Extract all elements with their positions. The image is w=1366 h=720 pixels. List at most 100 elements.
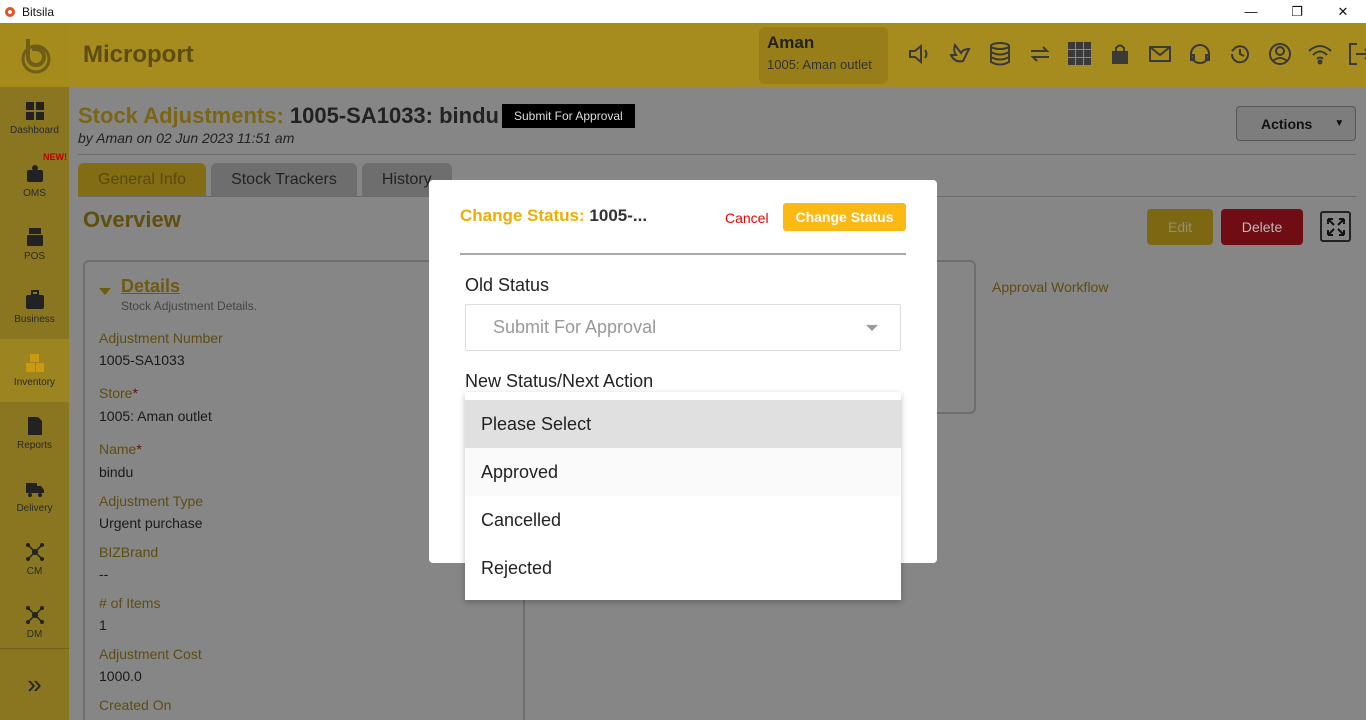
old-status-label: Old Status xyxy=(465,275,550,295)
bitsila-logo-icon xyxy=(5,6,15,17)
collapse-caret-icon[interactable] xyxy=(99,288,111,295)
sidebar-item-label: DM xyxy=(26,629,43,640)
sidebar-item-pos[interactable]: POS xyxy=(0,213,69,276)
dashboard-icon xyxy=(25,102,44,120)
approval-workflow-link[interactable]: Approval Workflow xyxy=(992,279,1108,295)
field-label: BIZBrand xyxy=(99,544,159,560)
divider xyxy=(460,253,906,255)
sidebar-item-label: Delivery xyxy=(16,503,53,514)
section-title: Overview xyxy=(83,207,181,232)
field-value: -- xyxy=(99,566,109,582)
page-title-prefix: Stock Adjustments: xyxy=(78,103,284,128)
details-subtitle: Stock Adjustment Details. xyxy=(121,299,258,313)
support-icon[interactable] xyxy=(1187,41,1213,67)
sidebar-expand-button[interactable]: » xyxy=(0,648,69,720)
cancel-button[interactable]: Cancel xyxy=(725,210,769,226)
sidebar-item-reports[interactable]: Reports xyxy=(0,402,69,465)
field-label: Adjustment Cost xyxy=(99,646,202,662)
field-label: Created On xyxy=(99,697,172,713)
sidebar-item-label: POS xyxy=(23,251,46,262)
sidebar-item-oms[interactable]: NEW! OMS xyxy=(0,150,69,213)
minimize-button[interactable]: — xyxy=(1228,0,1274,23)
field-label: # of Items xyxy=(99,595,161,611)
delete-button[interactable]: Delete xyxy=(1221,209,1303,245)
tab-general-info[interactable]: General Info xyxy=(78,163,207,196)
logout-icon[interactable] xyxy=(1347,41,1366,67)
user-store-switcher[interactable]: Aman 1005: Aman outlet xyxy=(759,27,888,84)
sidebar-item-label: OMS xyxy=(23,188,46,199)
sidebar-item-label: CM xyxy=(26,566,43,577)
sidebar-item-inventory[interactable]: Inventory xyxy=(0,339,69,402)
page-byline: by Aman on 02 Jun 2023 11:51 am xyxy=(78,130,295,146)
old-status-value: Submit For Approval xyxy=(493,317,657,337)
wifi-icon[interactable] xyxy=(1307,41,1333,67)
bird-icon[interactable] xyxy=(947,41,973,67)
expand-icon xyxy=(1326,217,1345,236)
close-button[interactable]: ✕ xyxy=(1320,0,1366,23)
speaker-icon[interactable] xyxy=(907,41,933,67)
database-icon[interactable] xyxy=(987,41,1013,67)
bitsila-logo-icon xyxy=(21,39,50,74)
sync-icon[interactable] xyxy=(1027,41,1053,67)
tab-stock-trackers[interactable]: Stock Trackers xyxy=(211,163,357,196)
fullscreen-button[interactable] xyxy=(1320,211,1351,242)
option-approved[interactable]: Approved xyxy=(465,448,901,496)
field-value: bindu xyxy=(99,464,134,480)
sidebar-item-cm[interactable]: CM xyxy=(0,528,69,591)
field-label: Adjustment Number xyxy=(99,330,223,346)
network-icon xyxy=(25,543,44,561)
sidebar-item-delivery[interactable]: Delivery xyxy=(0,465,69,528)
field-value: 1005: Aman outlet xyxy=(99,408,212,424)
report-icon xyxy=(27,417,42,435)
restore-button[interactable]: ❐ xyxy=(1274,0,1320,23)
caret-down-icon: ▼ xyxy=(1334,118,1345,129)
field-value: Urgent purchase xyxy=(99,515,203,531)
boxes-icon xyxy=(25,354,44,372)
lock-icon[interactable] xyxy=(1107,41,1133,67)
sidebar-item-label: Business xyxy=(14,314,55,325)
option-please-select[interactable]: Please Select xyxy=(465,400,901,448)
app-header: Microport Aman 1005: Aman outlet xyxy=(69,23,1366,87)
sidebar-item-dm[interactable]: DM xyxy=(0,591,69,654)
brand-name: Microport xyxy=(83,41,194,68)
status-badge: Submit For Approval xyxy=(502,104,635,128)
page-title: Stock Adjustments: 1005-SA1033: bindu xyxy=(78,103,499,129)
new-badge: NEW! xyxy=(43,152,67,162)
old-status-select: Submit For Approval xyxy=(465,304,901,351)
field-value: 1000.0 xyxy=(99,668,142,684)
modal-title: Change Status: 1005-... xyxy=(460,206,648,225)
briefcase-icon xyxy=(25,290,44,309)
user-profile-icon[interactable] xyxy=(1267,41,1293,67)
change-status-button[interactable]: Change Status xyxy=(783,203,906,231)
field-label: Name* xyxy=(99,441,142,457)
field-value: 1005-SA1033 xyxy=(99,352,185,368)
network-icon xyxy=(25,606,44,624)
new-status-dropdown: Please Select Approved Cancelled Rejecte… xyxy=(465,392,901,600)
window-title: Bitsila xyxy=(22,4,55,19)
oms-icon xyxy=(26,165,43,182)
actions-button[interactable]: Actions ▼ xyxy=(1236,106,1356,141)
sidebar-item-dashboard[interactable]: Dashboard xyxy=(0,87,69,150)
option-cancelled[interactable]: Cancelled xyxy=(465,496,901,544)
field-value: 1 xyxy=(99,617,107,633)
mail-icon[interactable] xyxy=(1147,41,1173,67)
apps-grid-icon[interactable] xyxy=(1067,41,1093,67)
user-store: 1005: Aman outlet xyxy=(767,57,872,72)
option-rejected[interactable]: Rejected xyxy=(465,544,901,592)
edit-button[interactable]: Edit xyxy=(1147,209,1213,245)
actions-label: Actions xyxy=(1261,115,1313,132)
divider xyxy=(78,154,1356,155)
sidebar-item-business[interactable]: Business xyxy=(0,276,69,339)
page-title-main: 1005-SA1033: bindu xyxy=(283,103,499,128)
app-logo[interactable] xyxy=(0,23,69,87)
window-titlebar: Bitsila — ❐ ✕ xyxy=(0,0,1366,23)
user-name: Aman xyxy=(767,33,815,52)
pos-icon xyxy=(26,228,43,246)
sidebar-item-label: Inventory xyxy=(13,377,56,388)
field-label: Store* xyxy=(99,385,138,401)
sidebar: Dashboard NEW! OMS POS Business Inventor… xyxy=(0,23,69,720)
truck-icon xyxy=(25,483,44,497)
caret-down-icon xyxy=(866,325,878,331)
details-title[interactable]: Details xyxy=(121,276,257,297)
history-icon[interactable] xyxy=(1227,41,1253,67)
